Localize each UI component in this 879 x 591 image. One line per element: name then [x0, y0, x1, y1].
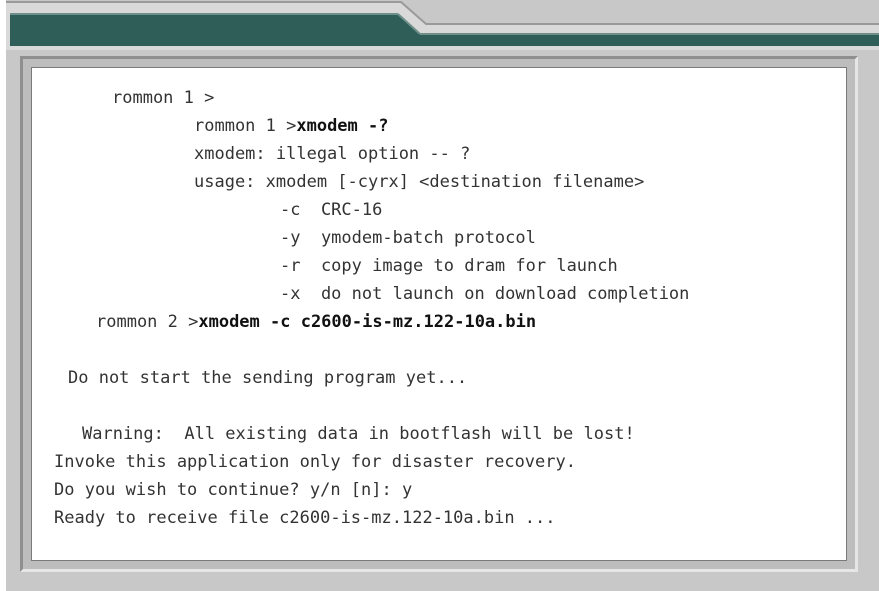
tab-shape: [6, 0, 879, 50]
terminal-line: rommon 1 >xmodem -?: [194, 116, 389, 136]
terminal-line: rommon 2 >xmodem -c c2600-is-mz.122-10a.…: [96, 312, 537, 332]
terminal-screen[interactable]: rommon 1 > rommon 1 >xmodem -? xmodem: i…: [31, 67, 847, 561]
terminal-panel: rommon 1 > rommon 1 >xmodem -? xmodem: i…: [20, 56, 858, 572]
terminal-line: Invoke this application only for disaste…: [54, 452, 576, 472]
terminal-line: xmodem: illegal option -- ?: [194, 144, 471, 164]
terminal-line: -y ymodem-batch protocol: [280, 228, 536, 248]
terminal-line: -r copy image to dram for launch: [280, 256, 618, 276]
terminal-window: rommon 1 > rommon 1 >xmodem -? xmodem: i…: [6, 0, 879, 591]
terminal-line: rommon 1 >: [112, 88, 215, 108]
terminal-line: Do not start the sending program yet...: [68, 368, 468, 388]
terminal-line: -c CRC-16: [280, 200, 383, 220]
window-tab-bar: [6, 0, 879, 50]
terminal-line: usage: xmodem [-cyrx] <destination filen…: [194, 172, 645, 192]
terminal-line: Warning: All existing data in bootflash …: [82, 424, 635, 444]
terminal-line: Do you wish to continue? y/n [n]: y: [54, 480, 413, 500]
terminal-line: -x do not launch on download completion: [280, 284, 690, 304]
terminal-line: Ready to receive file c2600-is-mz.122-10…: [54, 508, 556, 528]
